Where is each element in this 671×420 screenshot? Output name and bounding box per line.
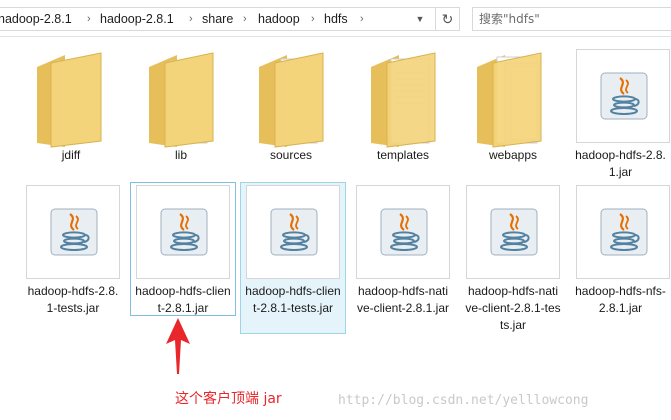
file-label: hadoop-hdfs-native-client-2.8.1-tests.ja…: [461, 283, 565, 334]
file-label-text: hadoop-hdfs-client-2.8.1.jar: [135, 284, 231, 315]
file-thumbnail: [356, 185, 450, 279]
folder-icon: [371, 52, 436, 148]
file-label: sources: [269, 148, 313, 162]
annotation-arrow-icon: [166, 318, 190, 374]
file-label: hadoop-hdfs-2.8.1.jar: [571, 147, 670, 181]
jar-hadoop-hdfs-nfs[interactable]: hadoop-hdfs-nfs-2.8.1.jar: [570, 180, 671, 316]
jar-hadoop-hdfs-native-client-tests[interactable]: hadoop-hdfs-native-client-2.8.1-tests.ja…: [460, 180, 566, 332]
annotation-text: 这个客户顶端 jar: [175, 391, 282, 407]
file-label-text: hadoop-hdfs-nfs-2.8.1.jar: [575, 284, 666, 315]
file-thumbnail: [466, 185, 560, 279]
file-label-text: hadoop-hdfs-native-client-2.8.1.jar: [356, 284, 450, 315]
file-label: jdiff: [61, 148, 81, 162]
breadcrumb-item-hadoop-sub[interactable]: hadoop: [258, 8, 300, 30]
file-label: hadoop-hdfs-native-client-2.8.1.jar: [351, 283, 455, 317]
folder-icon: [149, 52, 214, 148]
folder-sources[interactable]: sources: [238, 44, 344, 166]
breadcrumb-item-hadoop-root[interactable]: hadoop-2.8.1: [0, 8, 72, 30]
jar-hadoop-hdfs-native-client[interactable]: hadoop-hdfs-native-client-2.8.1.jar: [350, 180, 456, 332]
file-label-text: hadoop-hdfs-2.8.1.jar: [575, 148, 666, 179]
refresh-icon: ↻: [441, 11, 454, 27]
search-box[interactable]: [472, 7, 671, 31]
breadcrumb[interactable]: hadoop-2.8.1 › hadoop-2.8.1 › share › ha…: [0, 7, 436, 31]
jar-hadoop-hdfs[interactable]: hadoop-hdfs-2.8.1.jar: [570, 44, 671, 180]
file-thumbnail: [246, 185, 340, 279]
breadcrumb-item-hadoop[interactable]: hadoop-2.8.1: [100, 8, 174, 30]
file-label: hadoop-hdfs-client-2.8.1.jar: [131, 283, 235, 317]
java-jar-icon: [380, 208, 428, 256]
chevron-right-icon[interactable]: ›: [360, 8, 364, 30]
chevron-right-icon[interactable]: ›: [189, 8, 193, 30]
folder-templates[interactable]: templates: [348, 44, 458, 166]
file-label: templates: [376, 148, 430, 162]
file-label: webapps: [488, 148, 538, 162]
file-thumbnail: [576, 185, 670, 279]
file-thumbnail: [26, 185, 120, 279]
java-jar-icon: [600, 208, 648, 256]
folder-icon: [259, 52, 324, 148]
folder-lib[interactable]: lib: [128, 44, 234, 166]
folder-icon: [477, 52, 542, 148]
chevron-right-icon[interactable]: ›: [311, 8, 315, 30]
chevron-right-icon[interactable]: ›: [243, 8, 247, 30]
file-thumbnail: [576, 49, 670, 143]
java-jar-icon: [160, 208, 208, 256]
chevron-down-icon[interactable]: ▼: [412, 8, 428, 30]
file-label-text: hadoop-hdfs-client-2.8.1-tests.jar: [245, 284, 341, 315]
file-thumbnail: [136, 185, 230, 279]
java-jar-icon: [50, 208, 98, 256]
jar-hadoop-hdfs-tests[interactable]: hadoop-hdfs-2.8.1-tests.jar: [20, 180, 126, 316]
breadcrumb-item-hdfs[interactable]: hdfs: [324, 8, 348, 30]
file-label: hadoop-hdfs-nfs-2.8.1.jar: [571, 283, 670, 317]
chevron-right-icon[interactable]: ›: [87, 8, 91, 30]
folder-icon: [37, 52, 102, 148]
java-jar-icon: [490, 208, 538, 256]
file-label: hadoop-hdfs-2.8.1-tests.jar: [21, 283, 125, 317]
refresh-button[interactable]: ↻: [436, 7, 460, 31]
folder-jdiff[interactable]: jdiff: [18, 44, 124, 166]
jar-hadoop-hdfs-client[interactable]: hadoop-hdfs-client-2.8.1.jar: [130, 182, 236, 316]
breadcrumb-item-share[interactable]: share: [202, 8, 233, 30]
address-bar: hadoop-2.8.1 › hadoop-2.8.1 › share › ha…: [0, 0, 671, 37]
watermark: http://blog.csdn.net/yelllowcong: [338, 393, 589, 408]
jar-hadoop-hdfs-client-tests[interactable]: hadoop-hdfs-client-2.8.1-tests.jar: [240, 182, 346, 334]
file-label: hadoop-hdfs-client-2.8.1-tests.jar: [241, 283, 345, 317]
file-label-text: hadoop-hdfs-native-client-2.8.1-tests.ja…: [465, 284, 561, 332]
java-jar-icon: [270, 208, 318, 256]
file-label-text: hadoop-hdfs-2.8.1-tests.jar: [27, 284, 119, 315]
search-input[interactable]: [479, 11, 659, 27]
java-jar-icon: [600, 72, 648, 120]
file-label: lib: [174, 148, 187, 162]
folder-webapps[interactable]: webapps: [460, 44, 566, 166]
